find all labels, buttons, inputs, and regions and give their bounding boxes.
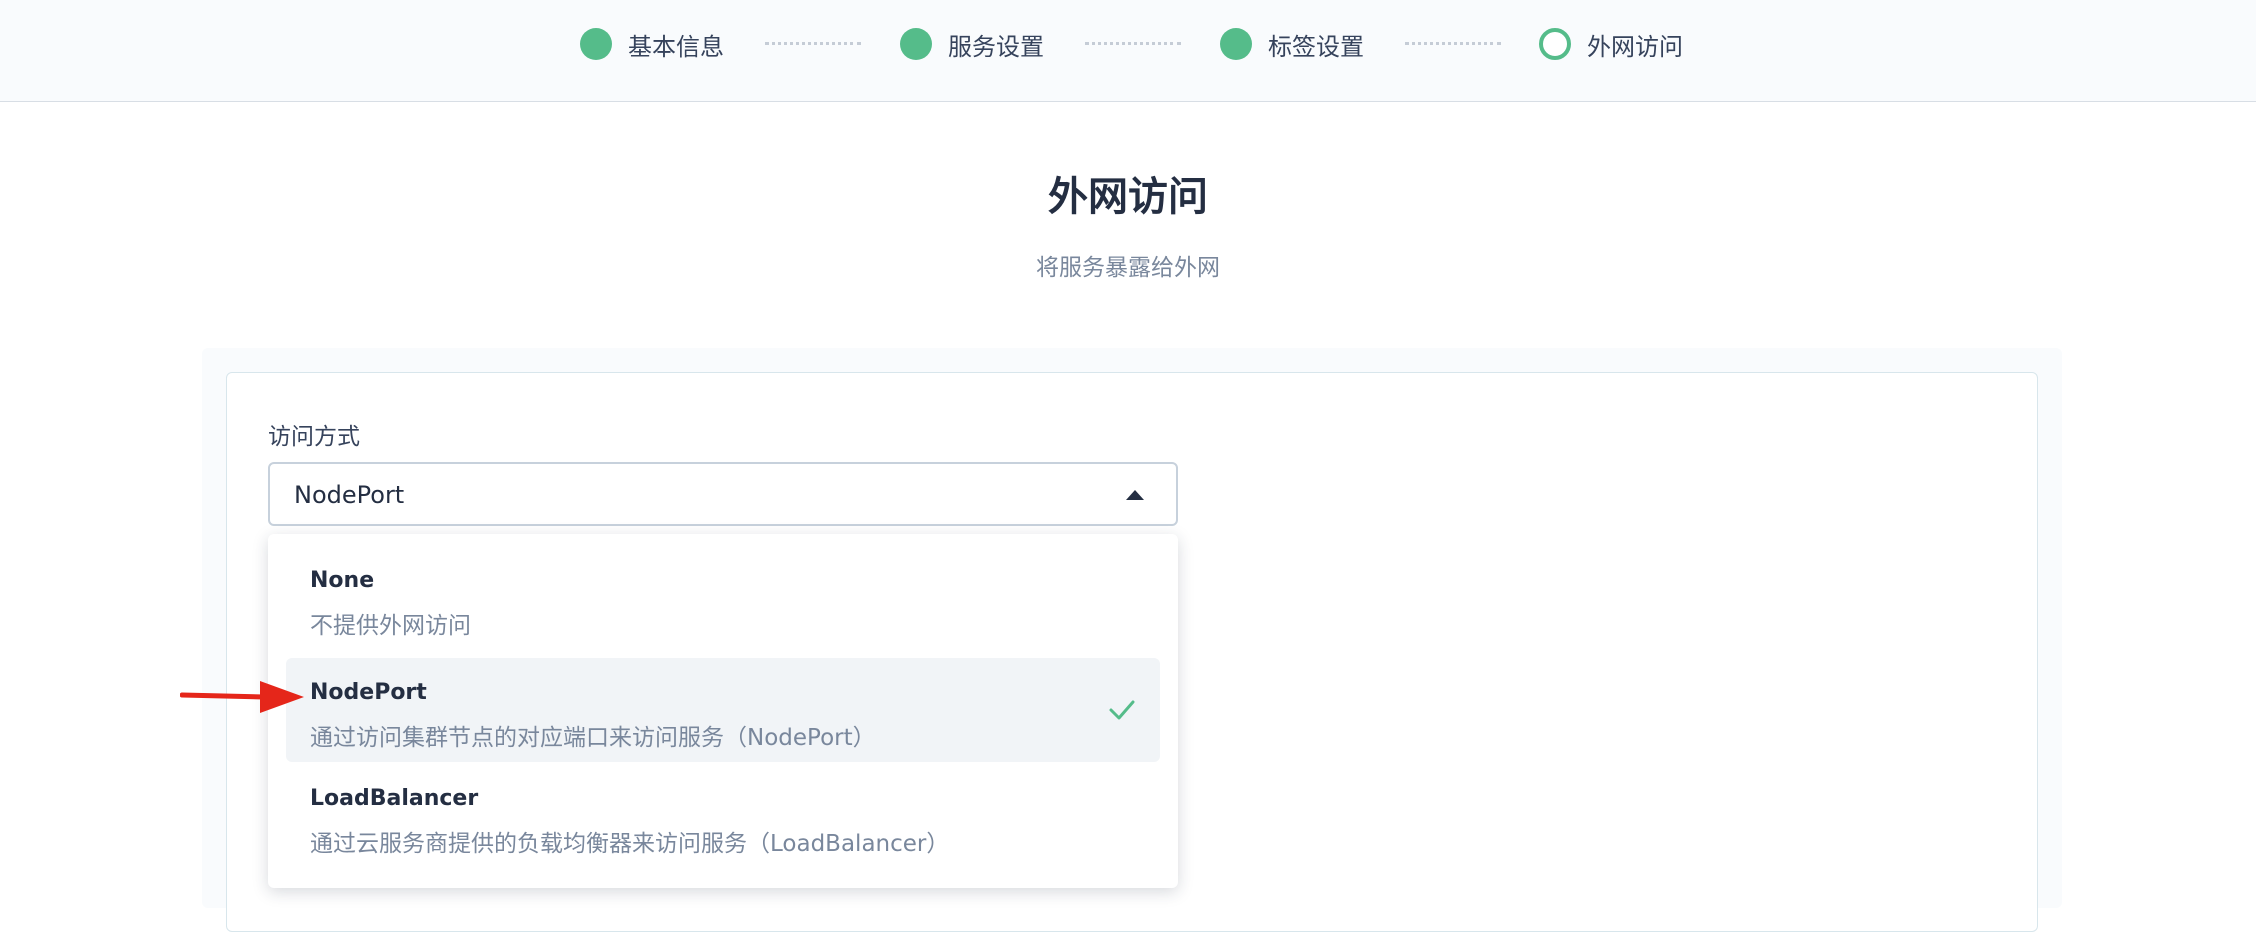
option-title: LoadBalancer [310, 786, 479, 811]
option-title: NodePort [310, 680, 427, 705]
access-mode-label: 访问方式 [268, 424, 360, 450]
step-completed-dot [900, 28, 932, 60]
option-nodeport[interactable]: NodePort 通过访问集群节点的对应端口来访问服务（NodePort） [286, 658, 1160, 762]
step-label: 基本信息 [628, 32, 724, 61]
caret-up-icon [1126, 490, 1144, 500]
option-title: None [310, 568, 375, 593]
step-external-access: 外网访问 [1539, 27, 1683, 61]
access-mode-dropdown: None 不提供外网访问 NodePort 通过访问集群节点的对应端口来访问服务… [268, 534, 1178, 888]
step-label-settings: 标签设置 [1220, 27, 1364, 61]
step-separator [1405, 42, 1501, 45]
step-current-dot [1539, 28, 1571, 60]
step-label: 外网访问 [1587, 32, 1683, 61]
option-description: 通过访问集群节点的对应端口来访问服务（NodePort） [310, 725, 876, 751]
access-mode-selected-value: NodePort [294, 481, 405, 509]
red-arrow-annotation [180, 681, 304, 713]
step-separator [1085, 42, 1181, 45]
step-service-settings: 服务设置 [900, 27, 1044, 61]
access-mode-select[interactable]: NodePort [268, 462, 1178, 526]
step-separator [765, 42, 861, 45]
step-basic-info: 基本信息 [580, 27, 724, 61]
page-subtitle: 将服务暴露给外网 [1036, 255, 1220, 281]
step-completed-dot [1220, 28, 1252, 60]
option-description: 通过云服务商提供的负载均衡器来访问服务（LoadBalancer） [310, 831, 950, 857]
step-label: 服务设置 [948, 32, 1044, 61]
option-loadbalancer[interactable]: LoadBalancer 通过云服务商提供的负载均衡器来访问服务（LoadBal… [286, 764, 1160, 868]
option-description: 不提供外网访问 [310, 613, 471, 639]
check-icon [1109, 700, 1135, 720]
option-none[interactable]: None 不提供外网访问 [286, 546, 1160, 650]
wizard-step-bar: 基本信息 服务设置 标签设置 外网访问 [0, 0, 2256, 102]
step-completed-dot [580, 28, 612, 60]
page-title: 外网访问 [1048, 174, 1208, 220]
step-label: 标签设置 [1268, 32, 1364, 61]
